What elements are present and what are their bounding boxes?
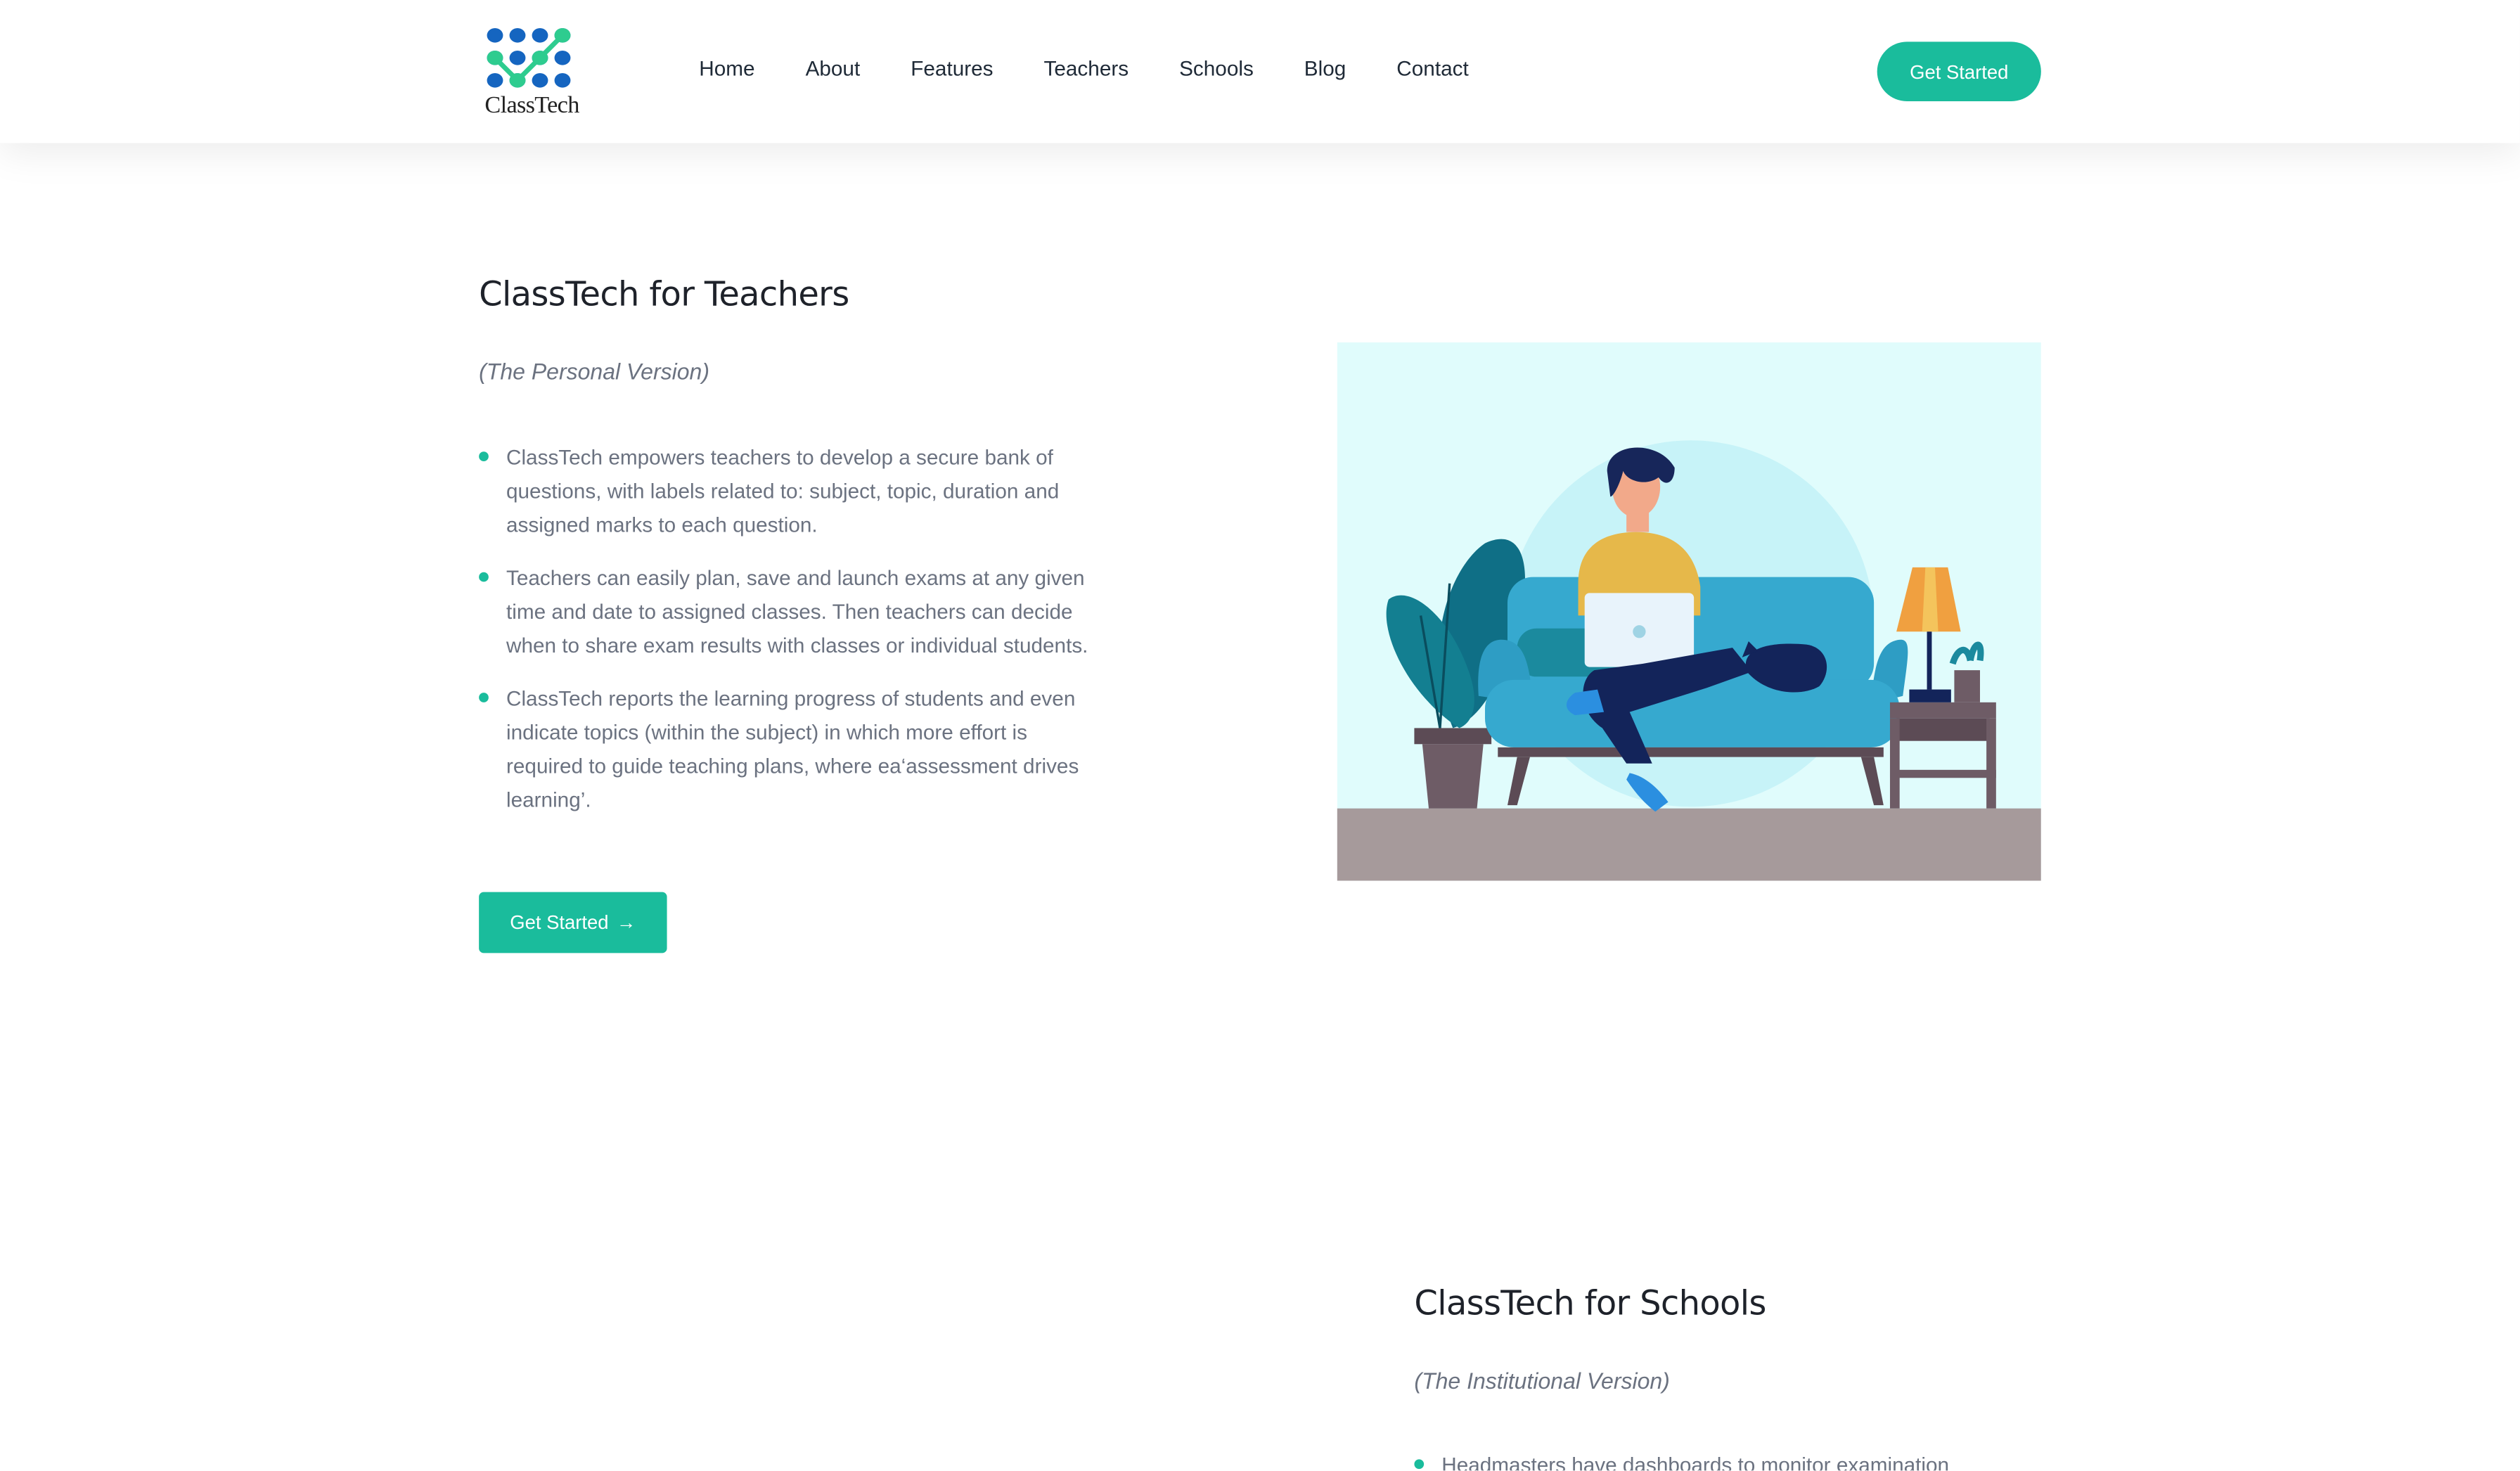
nav-teachers[interactable]: Teachers [1044,56,1129,80]
arrow-right-icon: → [616,911,636,934]
nav-contact[interactable]: Contact [1396,56,1468,80]
nav-schools[interactable]: Schools [1179,56,1254,80]
bullet-text: Headmasters have dashboards to monitor e… [1441,1453,1950,1471]
bullet-text: ClassTech empowers teachers to develop a… [506,445,1060,537]
list-item: ClassTech reports the learning progress … [479,681,1109,816]
bullet-dot-icon [479,572,489,582]
list-item: Headmasters have dashboards to monitor e… [1414,1448,2044,1470]
bullet-text: ClassTech reports the learning progress … [506,686,1079,812]
teachers-title: ClassTech for Teachers [479,274,849,314]
teachers-get-started-button[interactable]: Get Started → [479,892,667,953]
schools-subtitle: (The Institutional Version) [1414,1368,1670,1394]
nav-home[interactable]: Home [699,56,754,80]
teachers-subtitle: (The Personal Version) [479,358,709,385]
teachers-bullet-list: ClassTech empowers teachers to develop a… [479,440,1109,835]
nav-features[interactable]: Features [911,56,993,80]
teacher-on-sofa-illustration [1337,342,2041,881]
logo[interactable]: ClassTech [479,23,585,122]
button-label: Get Started [510,911,609,934]
schools-title: ClassTech for Schools [1414,1284,1766,1323]
bullet-dot-icon [479,693,489,702]
main-nav: Home About Features Teachers Schools Blo… [699,56,1519,80]
list-item: ClassTech empowers teachers to develop a… [479,440,1109,541]
list-item: Teachers can easily plan, save and launc… [479,561,1109,662]
bullet-dot-icon [479,451,489,461]
header-get-started-button[interactable]: Get Started [1877,41,2041,101]
nav-about[interactable]: About [806,56,861,80]
logo-icon [487,27,571,88]
bullet-text: Teachers can easily plan, save and launc… [506,565,1088,657]
bullet-dot-icon [1414,1459,1425,1470]
logo-text: ClassTech [484,93,579,120]
site-header: ClassTech Home About Features Teachers S… [0,0,2520,143]
nav-blog[interactable]: Blog [1304,56,1346,80]
schools-bullet-list: Headmasters have dashboards to monitor e… [1414,1448,2044,1470]
